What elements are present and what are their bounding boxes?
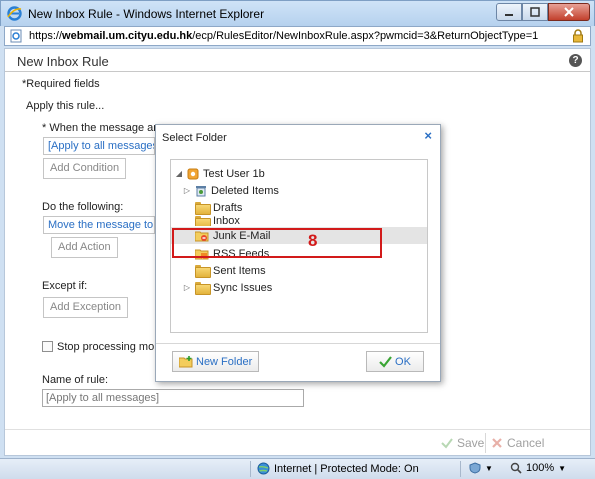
when-label: * When the message arr [42,122,161,134]
tree-item-sent-items[interactable]: Sent Items [195,262,266,279]
tree-item-label: Inbox [213,216,240,226]
new-folder-label: New Folder [196,355,253,368]
required-fields-note: *Required fields [22,78,100,90]
url-prefix: https:// [29,30,63,42]
cancel-button[interactable]: Cancel [491,435,544,451]
tree-item-label: Sync Issues [213,281,273,294]
help-icon[interactable]: ? [569,54,582,67]
tree-item-root[interactable]: ◢ Test User 1b [175,165,265,182]
shield-icon [469,462,481,474]
expand-arrow-icon[interactable]: ▷ [183,186,191,195]
tree-item-label: Test User 1b [203,167,265,180]
zoom-control[interactable]: 100% ▼ [510,462,566,474]
new-folder-icon [179,355,193,367]
do-following-label: Do the following: [42,201,124,213]
rule-name-input[interactable]: [Apply to all messages] [42,389,304,407]
status-bar: Internet | Protected Mode: On ▼ 100% ▼ [0,458,595,479]
page-title: New Inbox Rule [17,54,109,69]
security-zone[interactable]: Internet | Protected Mode: On [257,462,419,475]
deleted-items-icon [196,185,206,196]
dialog-title: Select Folder [162,132,227,144]
protected-mode-button[interactable]: ▼ [469,462,493,474]
collapse-arrow-icon[interactable]: ◢ [175,169,183,178]
tree-item-sync-issues[interactable]: ▷ Sync Issues [183,279,272,296]
close-window-button[interactable] [548,3,590,21]
url-text[interactable]: https://webmail.um.cityu.edu.hk/ecp/Rule… [29,30,538,42]
except-if-label: Except if: [42,280,88,292]
cancel-label: Cancel [507,436,545,450]
status-divider [250,461,251,477]
lock-icon[interactable] [572,29,584,43]
internet-explorer-icon [7,6,22,21]
checkmark-icon [441,438,453,449]
dialog-close-icon[interactable]: × [424,128,432,143]
save-button[interactable]: Save [441,435,484,451]
rule-name-label: Name of rule: [42,374,109,386]
add-condition-button[interactable]: Add Condition [43,158,127,179]
tree-item-drafts[interactable]: Drafts [195,199,242,216]
url-path: /ecp/RulesEditor/NewInboxRule.aspx?pwmci… [192,30,539,42]
highlight-annotation [172,228,382,258]
minimize-button[interactable] [496,3,522,21]
chevron-down-icon: ▼ [485,463,493,473]
annotation-number: 8 [308,231,318,250]
tree-item-label: Deleted Items [211,184,279,197]
security-zone-label: Internet | Protected Mode: On [274,462,419,475]
sent-items-icon [195,265,211,278]
tree-item-label: Sent Items [213,264,266,277]
folder-icon [195,282,211,295]
header-divider [5,71,590,72]
maximize-button[interactable] [522,3,548,21]
action-field[interactable]: Move the message to [43,216,155,234]
checkmark-icon [379,355,392,368]
zoom-icon [510,462,522,474]
window-title: New Inbox Rule - Windows Internet Explor… [28,7,265,21]
dialog-divider [156,343,440,344]
tree-item-label: Drafts [213,201,243,214]
new-folder-button[interactable]: New Folder [172,351,260,372]
maximize-icon [530,7,540,17]
apply-rule-heading: Apply this rule... [26,100,105,112]
window-controls [496,3,590,21]
mailbox-icon [187,168,199,179]
url-host: webmail.um.cityu.edu.hk [62,30,193,42]
globe-icon [257,462,270,475]
condition-field[interactable]: [Apply to all messages] [43,137,155,155]
tree-item-inbox[interactable]: Inbox [195,216,240,226]
footer-divider [5,429,590,430]
add-action-button[interactable]: Add Action [51,237,118,258]
cancel-x-icon [492,438,502,448]
add-exception-button[interactable]: Add Exception [43,297,128,318]
stop-processing-label: Stop processing mor [57,341,158,353]
zoom-level: 100% [526,462,555,474]
footer-button-divider [485,433,486,453]
inbox-icon [195,216,211,226]
expand-arrow-icon[interactable]: ▷ [183,283,191,292]
page-icon [10,29,22,43]
stop-processing-checkbox[interactable] [42,341,53,352]
tree-item-deleted-items[interactable]: ▷ Deleted Items [183,182,279,199]
drafts-icon [195,202,211,215]
close-icon [564,7,574,17]
save-label: Save [457,436,485,450]
minimize-icon [505,14,513,16]
chevron-down-icon: ▼ [558,463,567,473]
window-titlebar: New Inbox Rule - Windows Internet Explor… [0,0,595,26]
ok-button[interactable]: OK [366,351,424,372]
ok-label: OK [395,355,411,368]
status-divider [460,461,461,477]
address-bar[interactable]: https://webmail.um.cityu.edu.hk/ecp/Rule… [4,26,591,46]
